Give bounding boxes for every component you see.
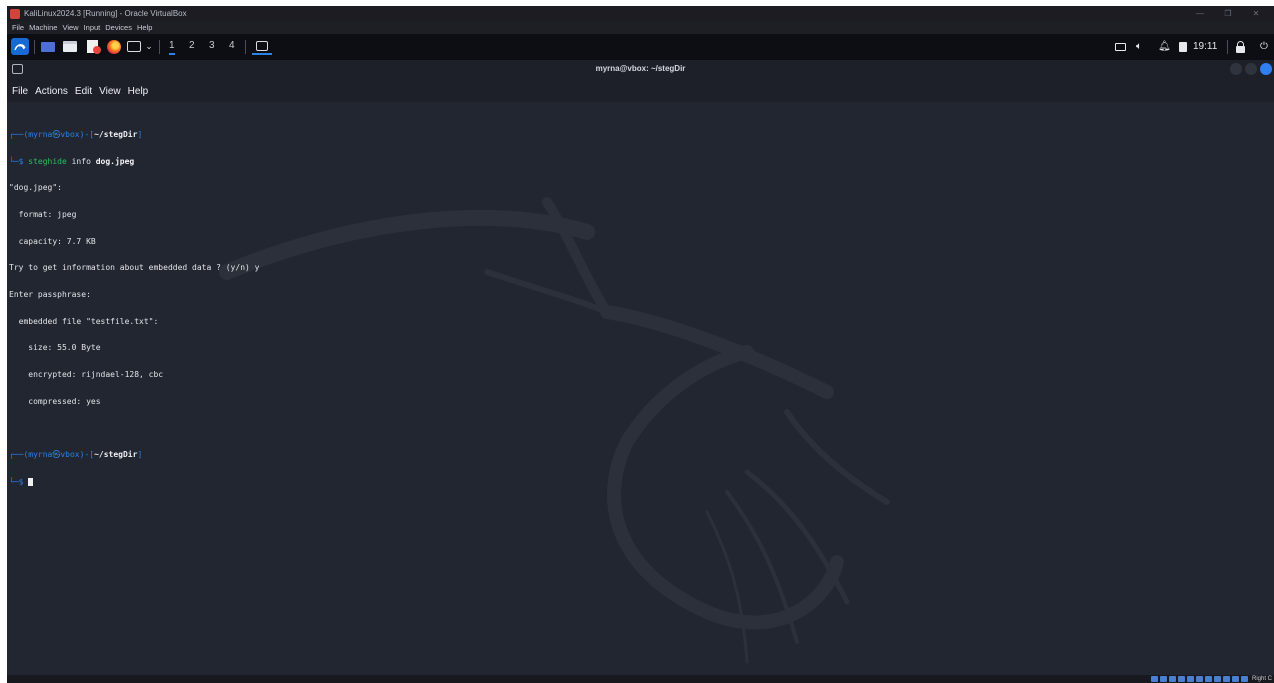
lock-icon[interactable] <box>1234 38 1246 55</box>
prompt-border: ┌──( <box>9 129 29 139</box>
prompt-border: ] <box>137 129 143 139</box>
vbox-menu-devices[interactable]: Devices <box>105 23 132 32</box>
output-line: capacity: 7.7 KB <box>9 236 96 246</box>
volume-icon[interactable]: 🔈︎ <box>1136 41 1142 52</box>
power-icon[interactable]: ⏻ <box>1260 41 1268 52</box>
workspace-4[interactable]: 4 <box>229 40 235 51</box>
usb-icon[interactable] <box>1186 676 1194 682</box>
shared-folders-icon[interactable] <box>1195 676 1203 682</box>
output-line: compressed: yes <box>9 396 101 406</box>
prompt-user: myrna㉿vbox <box>28 129 80 139</box>
terminal-menu-view[interactable]: View <box>99 86 121 97</box>
terminal-close-button[interactable] <box>1260 63 1272 75</box>
recording-icon[interactable] <box>1213 676 1221 682</box>
output-line: format: jpeg <box>9 209 77 219</box>
virtualbox-app-icon <box>10 8 20 19</box>
keyboard-icon[interactable] <box>1240 676 1248 682</box>
prompt-line: ┌──(myrna㉿vbox)-[~/stegDir] <box>9 129 259 140</box>
prompt-border: ] <box>137 450 143 460</box>
network-icon[interactable] <box>1177 676 1185 682</box>
window-controls: — ❐ ✕ <box>1186 6 1270 21</box>
terminal-body[interactable]: ┌──(myrna㉿vbox)-[~/stegDir] └─$ steghide… <box>7 102 1274 675</box>
vbox-statusbar: Right C <box>7 675 1274 683</box>
prompt-border: )-[ <box>79 129 95 139</box>
host-key-label: Right C <box>1251 676 1272 682</box>
prompt-path: ~/stegDir <box>94 450 138 460</box>
workspace-1[interactable]: 1 <box>169 40 175 55</box>
minimize-button[interactable]: — <box>1186 6 1214 21</box>
prompt-line: ┌──(myrna㉿vbox)-[~/stegDir] <box>9 450 259 460</box>
hard-disk-icon[interactable] <box>1150 676 1158 682</box>
maximize-button[interactable]: ❐ <box>1214 6 1242 21</box>
firefox-icon[interactable] <box>106 38 122 55</box>
output-line: size: 55.0 Byte <box>9 343 101 353</box>
close-button[interactable]: ✕ <box>1242 6 1270 21</box>
text-cursor <box>28 477 34 486</box>
vbox-titlebar: KaliLinux2024.3 [Running] - Oracle Virtu… <box>7 6 1274 21</box>
panel-separator <box>1227 40 1228 54</box>
cpu-icon[interactable] <box>1222 676 1230 682</box>
command-line: └─$ steghide info dog.jpeg <box>9 156 259 167</box>
vbox-menu-view[interactable]: View <box>62 23 78 32</box>
audio-icon[interactable] <box>1168 676 1176 682</box>
prompt-user: myrna㉿vbox <box>28 450 80 460</box>
optical-drive-icon[interactable] <box>1159 676 1167 682</box>
panel-separator <box>159 40 160 54</box>
command-program: steghide <box>28 156 67 166</box>
panel-separator <box>34 40 35 54</box>
terminal-window: myrna@vbox: ~/stegDir File Actions Edit … <box>7 60 1274 675</box>
battery-icon[interactable] <box>1177 38 1189 55</box>
terminal-window-buttons <box>1230 63 1272 75</box>
panel-separator <box>245 40 246 54</box>
output-line: encrypted: rijndael-128, cbc <box>9 370 164 380</box>
output-line: "dog.jpeg": <box>9 183 62 193</box>
mouse-integration-icon[interactable] <box>1231 676 1239 682</box>
workspace-2[interactable]: 2 <box>189 40 195 51</box>
terminal-dropdown-icon[interactable]: ⌄ <box>144 38 154 55</box>
vbox-window-title: KaliLinux2024.3 [Running] - Oracle Virtu… <box>24 9 187 18</box>
prompt-marker: └─$ <box>9 156 29 166</box>
workspace-3[interactable]: 3 <box>209 40 215 51</box>
clock[interactable]: 19:11 <box>1193 41 1217 52</box>
vbox-menu-machine[interactable]: Machine <box>29 23 57 32</box>
kali-dragon-wallpaper-icon <box>219 197 890 664</box>
screen-icon[interactable] <box>1113 38 1127 55</box>
output-line: embedded file "testfile.txt": <box>9 316 159 326</box>
prompt-border: ┌──( <box>9 450 29 460</box>
prompt-path: ~/stegDir <box>94 129 138 139</box>
file-manager-icon[interactable] <box>62 38 78 55</box>
terminal-titlebar: myrna@vbox: ~/stegDir <box>7 60 1274 80</box>
output-line: Try to get information about embedded da… <box>9 263 260 273</box>
terminal-menu-help[interactable]: Help <box>128 86 149 97</box>
text-editor-icon[interactable] <box>84 38 101 55</box>
terminal-menubar: File Actions Edit View Help <box>7 80 1274 102</box>
vbox-menu-input[interactable]: Input <box>84 23 101 32</box>
terminal-maximize-button[interactable] <box>1245 63 1257 75</box>
vbox-menu-help[interactable]: Help <box>137 23 152 32</box>
terminal-icon[interactable] <box>126 38 142 55</box>
terminal-task-button[interactable] <box>252 38 272 55</box>
terminal-minimize-button[interactable] <box>1230 63 1242 75</box>
kali-top-panel: ⌄ 1 2 3 4 🔈︎ 🔔︎ 19:11 ⏻ <box>7 34 1274 60</box>
kali-menu-icon[interactable] <box>11 38 29 55</box>
terminal-menu-actions[interactable]: Actions <box>35 86 68 97</box>
notification-bell-icon[interactable]: 🔔︎ <box>1158 41 1171 52</box>
command-args: info <box>66 156 96 166</box>
vbox-menubar: File Machine View Input Devices Help <box>7 21 1274 34</box>
terminal-output: ┌──(myrna㉿vbox)-[~/stegDir] └─$ steghide… <box>9 113 259 505</box>
terminal-title: myrna@vbox: ~/stegDir <box>595 64 686 73</box>
terminal-menu-edit[interactable]: Edit <box>75 86 92 97</box>
vbox-status-icons: Right C <box>1150 675 1274 683</box>
vbox-menu-file[interactable]: File <box>12 23 24 32</box>
desktop-icon[interactable] <box>40 38 56 55</box>
command-file: dog.jpeg <box>95 156 135 166</box>
command-line: └─$ <box>9 478 259 487</box>
prompt-marker: └─$ <box>9 477 29 487</box>
virtualbox-window: KaliLinux2024.3 [Running] - Oracle Virtu… <box>7 6 1274 683</box>
display-icon[interactable] <box>1204 676 1212 682</box>
prompt-border: )-[ <box>79 450 95 460</box>
output-line: Enter passphrase: <box>9 290 91 300</box>
terminal-menu-file[interactable]: File <box>12 86 28 97</box>
